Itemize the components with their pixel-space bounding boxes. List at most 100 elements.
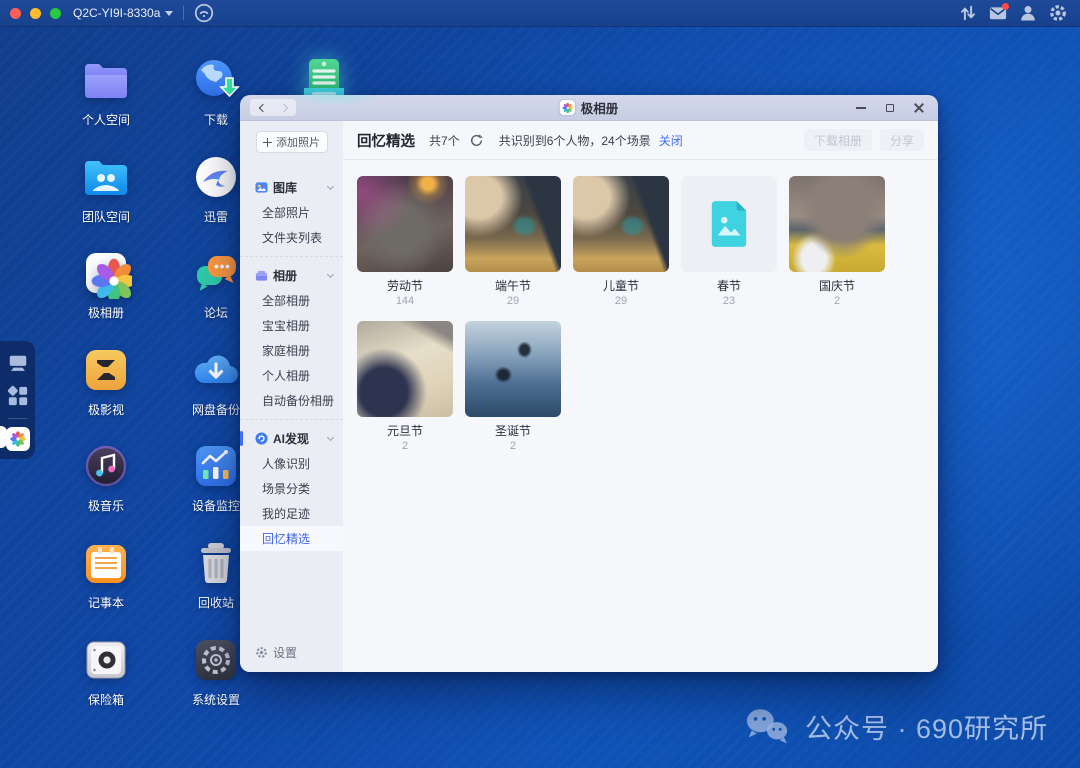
traffic-lights[interactable] bbox=[10, 8, 61, 19]
download-album-button[interactable]: 下载相册 bbox=[804, 129, 872, 151]
apps-grid-icon[interactable] bbox=[7, 385, 29, 407]
download-globe-icon bbox=[190, 54, 242, 106]
photos-app-dock-icon[interactable] bbox=[6, 427, 30, 451]
minimize-button[interactable] bbox=[855, 102, 867, 114]
gallery-icon bbox=[255, 181, 268, 194]
sidebar-item-face-recognition[interactable]: 人像识别 bbox=[240, 451, 343, 476]
sidebar-group-gallery[interactable]: 图库 bbox=[240, 175, 343, 200]
album-card[interactable]: 劳动节 144 bbox=[357, 176, 453, 307]
album-thumbnail bbox=[357, 321, 453, 417]
album-thumbnail bbox=[573, 176, 669, 272]
sidebar-item-memories[interactable]: 回忆精选 bbox=[240, 526, 343, 551]
desktop-icon-safe[interactable]: 保险箱 bbox=[51, 634, 161, 731]
topbar-separator bbox=[183, 6, 184, 20]
sidebar-item-personal-album[interactable]: 个人相册 bbox=[240, 363, 343, 388]
notes-app-icon bbox=[80, 537, 132, 589]
back-button[interactable] bbox=[250, 99, 273, 116]
desktop-icon-label: 极相册 bbox=[88, 304, 124, 321]
ai-discover-icon bbox=[255, 432, 268, 445]
device-name-dropdown[interactable]: Q2C-YI9I-8330a bbox=[73, 6, 173, 20]
album-icon bbox=[255, 269, 268, 282]
mail-icon[interactable] bbox=[988, 3, 1008, 23]
desktop-icon-video[interactable]: 极影视 bbox=[51, 344, 161, 441]
gear-icon bbox=[255, 646, 268, 659]
refresh-button[interactable] bbox=[470, 134, 483, 147]
album-card[interactable]: 儿童节 29 bbox=[573, 176, 669, 307]
desktop-icon-label: 记事本 bbox=[88, 594, 124, 611]
minimize-traffic-light[interactable] bbox=[30, 8, 41, 19]
transfer-icon[interactable] bbox=[958, 3, 978, 23]
sidebar-item-folder-list[interactable]: 文件夹列表 bbox=[240, 225, 343, 250]
albums-grid: 劳动节 144 端午节 29 儿童节 29 bbox=[357, 176, 897, 452]
album-thumbnail bbox=[357, 176, 453, 272]
album-card[interactable]: 圣诞节 2 bbox=[465, 321, 561, 452]
recognition-status: 共识别到6个人物，24个场景 bbox=[499, 132, 651, 149]
cloud-backup-icon bbox=[190, 344, 242, 396]
sidebar-item-family-album[interactable]: 家庭相册 bbox=[240, 338, 343, 363]
personal-folder-icon bbox=[80, 54, 132, 106]
plus-icon bbox=[263, 138, 272, 147]
sidebar-item-scene-classification[interactable]: 场景分类 bbox=[240, 476, 343, 501]
chevron-down-icon bbox=[327, 271, 334, 278]
dock-partial-app-icon[interactable] bbox=[0, 426, 7, 448]
video-app-icon bbox=[80, 344, 132, 396]
sidebar-item-my-footprints[interactable]: 我的足迹 bbox=[240, 501, 343, 526]
sidebar-group-label: 图库 bbox=[273, 179, 297, 196]
sidebar-nav: 图库 全部照片 文件夹列表 相册 全部相册 宝宝相册 家庭相册 bbox=[240, 175, 343, 551]
sidebar-item-all-albums[interactable]: 全部相册 bbox=[240, 288, 343, 313]
settings-button[interactable]: 设置 bbox=[255, 644, 297, 661]
album-card[interactable]: 端午节 29 bbox=[465, 176, 561, 307]
desktop-icon-personal-space[interactable]: 个人空间 bbox=[51, 54, 161, 151]
add-photos-label: 添加照片 bbox=[276, 134, 320, 150]
sidebar-group-label: AI发现 bbox=[273, 430, 309, 447]
display-icon[interactable] bbox=[7, 352, 29, 374]
page-title: 回忆精选 bbox=[357, 130, 415, 151]
photos-app-icon bbox=[80, 247, 132, 299]
xunlei-app-icon bbox=[190, 151, 242, 203]
settings-label: 设置 bbox=[273, 644, 297, 661]
system-settings-icon bbox=[190, 634, 242, 686]
desktop-icon-label: 下载 bbox=[204, 111, 228, 128]
close-banner-link[interactable]: 关闭 bbox=[659, 132, 683, 149]
window-titlebar[interactable]: 极相册 bbox=[240, 95, 938, 121]
remote-access-icon[interactable] bbox=[194, 3, 214, 23]
close-icon bbox=[914, 103, 924, 113]
chevron-down-icon bbox=[327, 183, 334, 190]
image-file-icon bbox=[708, 199, 750, 249]
sidebar-item-all-photos[interactable]: 全部照片 bbox=[240, 200, 343, 225]
close-button[interactable] bbox=[913, 102, 925, 114]
album-card[interactable]: 国庆节 2 bbox=[789, 176, 885, 307]
album-count: 共7个 bbox=[429, 132, 460, 149]
device-name-label: Q2C-YI9I-8330a bbox=[73, 6, 160, 20]
watermark-text: 公众号 · 690研究所 bbox=[805, 707, 1048, 746]
sidebar-divider bbox=[240, 256, 343, 257]
forward-button[interactable] bbox=[273, 99, 296, 116]
sidebar-item-baby-album[interactable]: 宝宝相册 bbox=[240, 313, 343, 338]
sidebar-group-ai-discover[interactable]: AI发现 bbox=[240, 426, 343, 451]
window-main: 回忆精选 共7个 共识别到6个人物，24个场景 关闭 下载相册 分享 bbox=[343, 121, 938, 672]
photos-app-window: 极相册 添加照片 图库 bbox=[240, 95, 938, 672]
album-thumbnail bbox=[789, 176, 885, 272]
desktop-icon-notes[interactable]: 记事本 bbox=[51, 537, 161, 634]
album-card[interactable]: 元旦节 2 bbox=[357, 321, 453, 452]
albums-content: 劳动节 144 端午节 29 儿童节 29 bbox=[343, 160, 938, 672]
nav-pill bbox=[250, 99, 296, 116]
share-button[interactable]: 分享 bbox=[880, 129, 924, 151]
refresh-icon bbox=[470, 134, 483, 147]
fullscreen-traffic-light[interactable] bbox=[50, 8, 61, 19]
album-card[interactable]: 春节 23 bbox=[681, 176, 777, 307]
desktop-icon-team-space[interactable]: 团队空间 bbox=[51, 151, 161, 248]
settings-icon[interactable] bbox=[1048, 3, 1068, 23]
add-photos-button[interactable]: 添加照片 bbox=[256, 131, 328, 153]
close-traffic-light[interactable] bbox=[10, 8, 21, 19]
user-icon[interactable] bbox=[1018, 3, 1038, 23]
desktop-icon-photos[interactable]: 极相册 bbox=[51, 247, 161, 344]
music-app-icon bbox=[80, 440, 132, 492]
sidebar-item-auto-backup-album[interactable]: 自动备份相册 bbox=[240, 388, 343, 413]
desktop-icon-label: 网盘备份 bbox=[192, 401, 240, 418]
device-monitor-icon bbox=[190, 440, 242, 492]
sidebar-group-albums[interactable]: 相册 bbox=[240, 263, 343, 288]
desktop-icon-music[interactable]: 极音乐 bbox=[51, 440, 161, 537]
notification-badge bbox=[1002, 3, 1009, 10]
maximize-button[interactable] bbox=[884, 102, 896, 114]
